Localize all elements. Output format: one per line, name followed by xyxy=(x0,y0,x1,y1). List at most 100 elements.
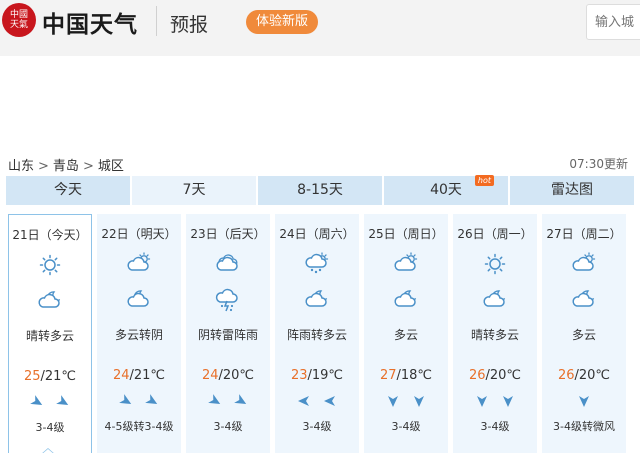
breadcrumb-separator: > xyxy=(82,159,94,174)
night-overcast-icon xyxy=(97,288,181,316)
site-header: 中國天氣 中国天气 预报 体验新版 xyxy=(0,0,640,56)
wind-level: 3-4级 xyxy=(35,421,65,434)
wind-directions xyxy=(364,393,448,407)
temperature-range: 23/19℃ xyxy=(275,368,359,383)
wind-directions xyxy=(97,393,181,407)
northeast-wind-icon xyxy=(234,393,248,407)
wind-level: 3-4级 xyxy=(302,420,332,433)
low-temp: /20℃ xyxy=(574,368,611,383)
day-date: 27日（周二） xyxy=(546,227,622,241)
day-card[interactable]: 24日（周六） 阵雨转多云 23/19℃ 3-4级 xyxy=(275,214,359,453)
wind-level: 3-4级 xyxy=(480,420,510,433)
day-card[interactable]: 23日（后天） 阴转雷阵雨 24/20℃ 3-4级 xyxy=(186,214,270,453)
weather-description: 多云转阴 xyxy=(114,328,163,342)
day-date: 25日（周日） xyxy=(368,227,444,241)
day-date: 21日（今天） xyxy=(12,228,88,242)
northeast-wind-icon xyxy=(30,394,44,408)
hot-badge: hot xyxy=(474,175,494,186)
south-wind-icon xyxy=(386,393,400,407)
temperature-range: 25/21℃ xyxy=(9,369,91,384)
temperature-range: 26/20℃ xyxy=(542,368,626,383)
tab-40-days[interactable]: 40天 hot xyxy=(384,175,508,205)
high-temp: 25 xyxy=(23,369,41,384)
day-date: 26日（周一） xyxy=(457,227,533,241)
day-card[interactable]: 25日（周日） 多云 27/18℃ 3-4级 xyxy=(364,214,448,453)
day-card[interactable]: 21日（今天） 晴转多云 25/21℃ 3-4级 xyxy=(8,214,92,453)
low-temp: /21℃ xyxy=(40,369,77,384)
night-cloudy-icon xyxy=(9,289,91,317)
wind-level: 3-4级 xyxy=(213,420,243,433)
northeast-wind-icon xyxy=(208,393,222,407)
thunderstorm-icon xyxy=(186,288,270,316)
day-card[interactable]: 26日（周一） 晴转多云 26/20℃ 3-4级 xyxy=(453,214,537,453)
day-date: 23日（后天） xyxy=(190,227,266,241)
day-card[interactable]: 27日（周二） 多云 26/20℃ 3-4级转微风 xyxy=(542,214,626,453)
section-title: 预报 xyxy=(170,14,209,36)
partly-cloudy-icon xyxy=(542,252,626,280)
partly-cloudy-icon xyxy=(364,252,448,280)
wind-directions xyxy=(275,393,359,407)
night-cloudy-icon xyxy=(453,288,537,316)
low-temp: /20℃ xyxy=(485,368,522,383)
weather-description: 多云 xyxy=(393,328,418,342)
northeast-wind-icon xyxy=(56,394,70,408)
brand-name[interactable]: 中国天气 xyxy=(42,5,138,39)
wind-directions xyxy=(186,393,270,407)
breadcrumb-district: 城区 xyxy=(97,159,124,174)
east-wind-icon xyxy=(297,393,311,407)
weather-description: 阴转雷阵雨 xyxy=(197,328,258,342)
tab-radar[interactable]: 雷达图 xyxy=(510,176,634,205)
sunny-icon xyxy=(453,252,537,280)
weather-description: 晴转多云 xyxy=(470,328,519,342)
breadcrumb-separator: > xyxy=(38,159,49,174)
low-temp: /18℃ xyxy=(396,368,433,383)
northeast-wind-icon xyxy=(145,393,159,407)
header-divider xyxy=(156,6,157,36)
city-search-input[interactable] xyxy=(586,4,640,40)
day-date: 22日（明天） xyxy=(101,227,177,241)
day-card[interactable]: 22日（明天） 多云转阴 24/21℃ 4-5级转3-4级 xyxy=(97,214,181,453)
logo-seal[interactable]: 中國天氣 xyxy=(2,3,36,37)
high-temp: 27 xyxy=(379,368,397,383)
weather-description: 阵雨转多云 xyxy=(286,328,347,342)
high-temp: 24 xyxy=(112,368,130,383)
east-wind-icon xyxy=(323,393,337,407)
overcast-icon xyxy=(186,252,270,280)
high-temp: 24 xyxy=(201,368,219,383)
south-wind-icon xyxy=(501,393,515,407)
south-wind-icon xyxy=(475,393,489,407)
weather-description: 晴转多云 xyxy=(25,329,74,343)
south-wind-icon xyxy=(412,393,426,407)
low-temp: /19℃ xyxy=(307,368,344,383)
low-temp: /21℃ xyxy=(129,368,166,383)
wind-directions xyxy=(542,393,626,407)
northeast-wind-icon xyxy=(119,393,133,407)
tab-40-days-label: 40天 xyxy=(430,182,462,198)
temperature-range: 26/20℃ xyxy=(453,368,537,383)
tab-8-15-days[interactable]: 8-15天 xyxy=(258,176,382,205)
temperature-range: 24/21℃ xyxy=(97,368,181,383)
high-temp: 23 xyxy=(290,368,308,383)
breadcrumb-province[interactable]: 山东 xyxy=(8,159,34,174)
try-new-version-button[interactable]: 体验新版 xyxy=(246,10,319,34)
wind-directions xyxy=(453,393,537,407)
temperature-range: 24/20℃ xyxy=(186,368,270,383)
update-time: 07:30更新 xyxy=(569,157,628,171)
sunny-icon xyxy=(9,253,91,281)
wind-level: 4-5级转3-4级 xyxy=(104,420,174,433)
tab-7-days[interactable]: 7天 xyxy=(132,176,256,205)
night-cloudy-icon xyxy=(364,288,448,316)
breadcrumb: 山东 > 青岛 > 城区 xyxy=(8,155,124,174)
high-temp: 26 xyxy=(557,368,575,383)
night-cloudy-icon xyxy=(542,288,626,316)
weather-description: 多云 xyxy=(571,328,596,342)
day-date: 24日（周六） xyxy=(279,227,355,241)
today-pointer xyxy=(40,448,56,453)
tab-today[interactable]: 今天 xyxy=(6,176,130,205)
wind-level: 3-4级转微风 xyxy=(553,420,615,433)
low-temp: /20℃ xyxy=(218,368,255,383)
seven-day-forecast: 21日（今天） 晴转多云 25/21℃ 3-4级 22日（明天） 多云转阴 24/21℃ 4-… xyxy=(8,214,632,453)
breadcrumb-city[interactable]: 青岛 xyxy=(53,159,79,174)
wind-level: 3-4级 xyxy=(391,420,421,433)
partly-cloudy-icon xyxy=(97,252,181,280)
